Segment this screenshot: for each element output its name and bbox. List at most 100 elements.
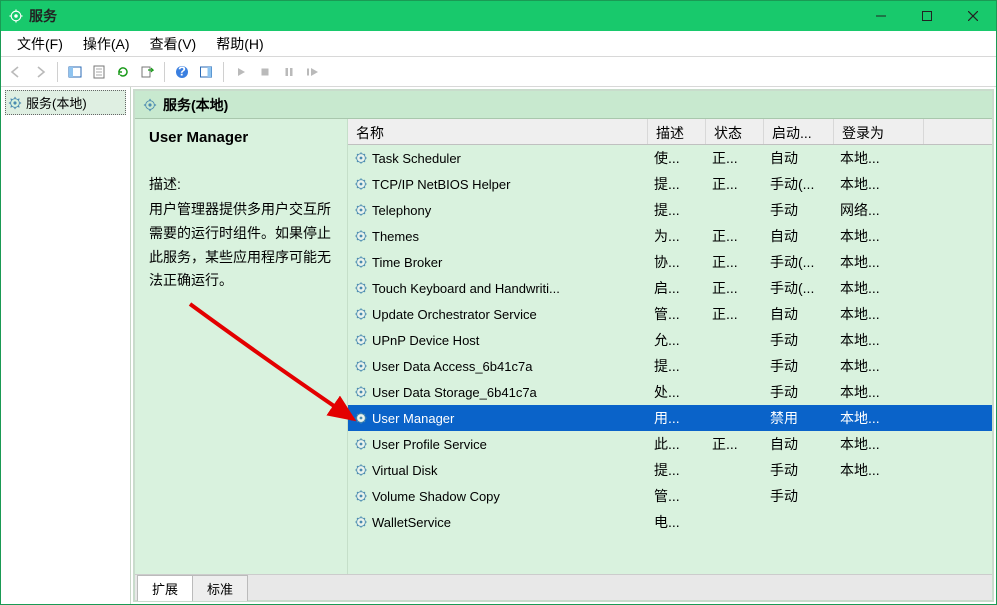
service-logon: 本地... [834,457,924,483]
gear-icon [354,281,368,295]
service-name: Virtual Disk [372,463,438,478]
menu-action[interactable]: 操作(A) [73,31,140,57]
service-row[interactable]: Task Scheduler使...正...自动本地... [348,145,992,171]
service-row[interactable]: User Profile Service此...正...自动本地... [348,431,992,457]
service-row[interactable]: Virtual Disk提...手动本地... [348,457,992,483]
service-row[interactable]: UPnP Device Host允...手动本地... [348,327,992,353]
service-name: Touch Keyboard and Handwriti... [372,281,560,296]
service-row[interactable]: Touch Keyboard and Handwriti...启...正...手… [348,275,992,301]
service-state [706,363,764,369]
service-desc: 为... [648,223,706,249]
gear-icon [354,489,368,503]
service-desc: 允... [648,327,706,353]
back-button[interactable] [5,61,27,83]
gear-icon [354,255,368,269]
service-list[interactable]: 名称 描述 状态 启动... 登录为 Task Scheduler使...正..… [347,119,992,574]
service-logon: 本地... [834,353,924,379]
service-start: 手动 [764,327,834,353]
detail-desc-text: 用户管理器提供多用户交互所需要的运行时组件。如果停止此服务，某些应用程序可能无法… [149,198,333,293]
gear-icon [143,98,157,112]
service-start: 自动 [764,431,834,457]
gear-icon [354,515,368,529]
service-logon: 本地... [834,379,924,405]
service-row[interactable]: Time Broker协...正...手动(...本地... [348,249,992,275]
services-window: 服务 文件(F) 操作(A) 查看(V) 帮助(H) ? [0,0,997,605]
show-hide-tree-button[interactable] [64,61,86,83]
service-state: 正... [706,171,764,197]
refresh-button[interactable] [112,61,134,83]
col-header-logon[interactable]: 登录为 [834,119,924,144]
close-button[interactable] [950,1,996,31]
service-name: TCP/IP NetBIOS Helper [372,177,510,192]
restart-service-button[interactable] [302,61,324,83]
col-header-desc[interactable]: 描述 [648,119,706,144]
service-desc: 电... [648,509,706,535]
svg-text:?: ? [178,65,186,79]
service-row[interactable]: WalletService 电... [348,509,992,535]
maximize-button[interactable] [904,1,950,31]
minimize-button[interactable] [858,1,904,31]
service-desc: 提... [648,457,706,483]
tab-standard[interactable]: 标准 [192,575,248,601]
service-row[interactable]: Telephony提...手动网络... [348,197,992,223]
service-state [706,389,764,395]
properties-button[interactable] [88,61,110,83]
start-service-button[interactable] [230,61,252,83]
service-row[interactable]: Update Orchestrator Service管...正...自动本地.… [348,301,992,327]
service-desc: 协... [648,249,706,275]
service-start: 手动 [764,483,834,509]
service-logon: 本地... [834,405,924,431]
pause-service-button[interactable] [278,61,300,83]
service-desc: 用... [648,405,706,431]
service-row[interactable]: User Manager用...禁用本地... [348,405,992,431]
service-state: 正... [706,431,764,457]
service-row[interactable]: TCP/IP NetBIOS Helper 提...正...手动(...本地... [348,171,992,197]
tree-pane[interactable]: 服务(本地) [1,87,131,604]
service-logon: 本地... [834,145,924,171]
menu-file[interactable]: 文件(F) [7,31,73,57]
service-name: Time Broker [372,255,442,270]
service-state [706,493,764,499]
service-state: 正... [706,249,764,275]
stop-service-button[interactable] [254,61,276,83]
service-state: 正... [706,275,764,301]
service-logon [834,493,924,499]
list-body[interactable]: Task Scheduler使...正...自动本地...TCP/IP NetB… [348,145,992,574]
service-name: WalletService [372,515,451,530]
service-start [764,519,834,525]
pane-title: 服务(本地) [163,95,228,115]
show-hide-action-button[interactable] [195,61,217,83]
service-start: 手动 [764,379,834,405]
service-logon: 本地... [834,249,924,275]
service-start: 手动 [764,353,834,379]
service-desc: 提... [648,171,706,197]
service-logon: 本地... [834,171,924,197]
service-start: 手动(... [764,171,834,197]
service-name: Telephony [372,203,431,218]
service-row[interactable]: User Data Access_6b41c7a提...手动本地... [348,353,992,379]
tab-extended[interactable]: 扩展 [137,575,193,601]
forward-button[interactable] [29,61,51,83]
col-header-state[interactable]: 状态 [706,119,764,144]
service-name: Themes [372,229,419,244]
service-name: Volume Shadow Copy [372,489,500,504]
export-button[interactable] [136,61,158,83]
service-row[interactable]: Themes为...正...自动本地... [348,223,992,249]
app-icon [9,9,23,23]
toolbar: ? [1,57,996,87]
menu-help[interactable]: 帮助(H) [206,31,273,57]
service-name: User Data Access_6b41c7a [372,359,532,374]
col-header-start[interactable]: 启动... [764,119,834,144]
col-header-name[interactable]: 名称 [348,119,648,144]
service-row[interactable]: Volume Shadow Copy管...手动 [348,483,992,509]
help-button[interactable]: ? [171,61,193,83]
gear-icon [354,411,368,425]
tree-item-services-local[interactable]: 服务(本地) [5,90,126,115]
titlebar[interactable]: 服务 [1,1,996,31]
gear-icon [354,307,368,321]
service-row[interactable]: User Data Storage_6b41c7a处...手动本地... [348,379,992,405]
right-pane: 服务(本地) User Manager 描述: 用户管理器提供多用户交互所需要的… [133,89,994,602]
gear-icon [354,151,368,165]
menu-view[interactable]: 查看(V) [140,31,207,57]
service-name: Update Orchestrator Service [372,307,537,322]
